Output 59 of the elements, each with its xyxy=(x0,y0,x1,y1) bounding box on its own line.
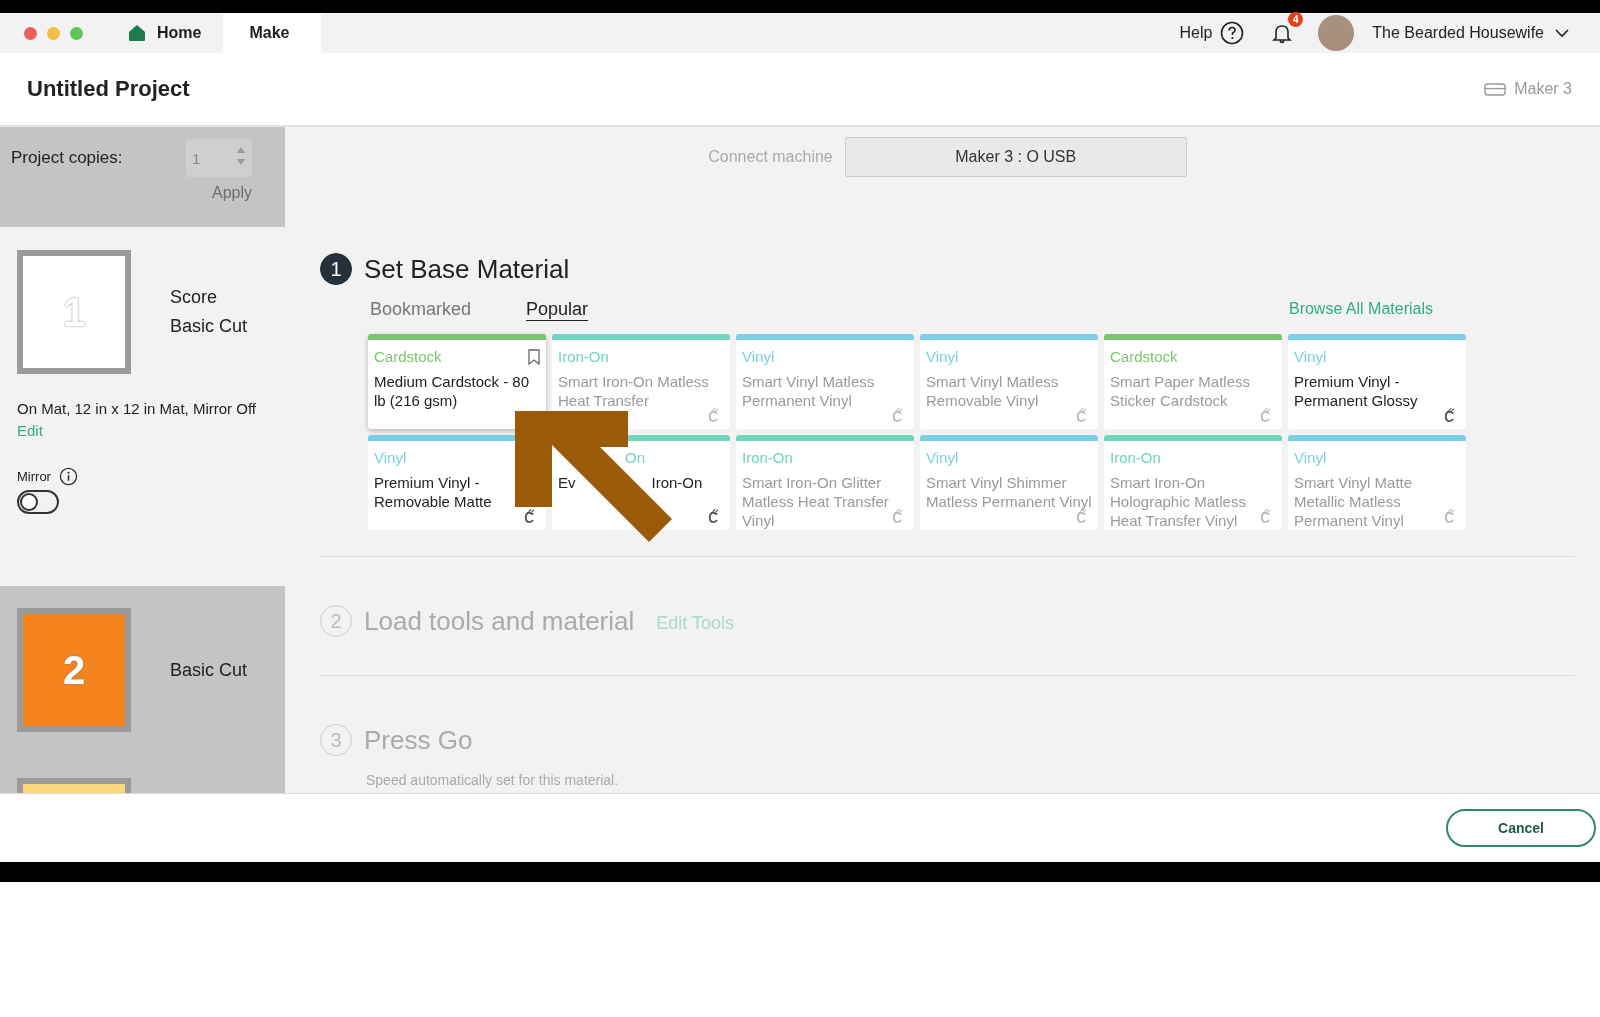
material-category: Vinyl xyxy=(374,449,407,466)
step-note: Speed automatically set for this material. xyxy=(366,772,620,788)
material-category: Iron-On xyxy=(742,449,793,466)
material-name: Smart Iron-On Matless Heat Transfer xyxy=(558,373,709,409)
cancel-button[interactable]: Cancel xyxy=(1446,809,1596,847)
material-card[interactable]: Vinyl Smart Vinyl Matte Metallic Matless Permanent Vinyl xyxy=(1288,435,1466,530)
material-card[interactable]: Iron-On Smart Iron-On Glitter Matless Heat Transfer Vinyl xyxy=(736,435,914,530)
material-name: Smart Vinyl Matte Metallic Matless Permanent Vinyl xyxy=(1294,474,1413,529)
material-category: Vinyl xyxy=(1294,449,1327,466)
operation-label: Basic Cut xyxy=(170,316,248,337)
material-card[interactable]: Cardstock Medium Cardstock - 80 lb (216 gsm) xyxy=(368,334,546,429)
mat-number: 2 xyxy=(62,647,86,693)
material-category: Vinyl xyxy=(926,449,959,466)
connect-label: Connect machine xyxy=(708,148,833,166)
step-title: Set Base Material xyxy=(364,253,570,285)
step-title: Load tools and material xyxy=(364,605,635,637)
user-name[interactable]: The Bearded Housewife xyxy=(1372,24,1544,42)
app-tab[interactable]: Home xyxy=(105,13,224,53)
material-tab[interactable]: Popular xyxy=(526,298,589,320)
material-category: Cardstock xyxy=(374,348,442,365)
help-link[interactable]: Help xyxy=(1179,24,1213,42)
material-name: Medium Cardstock - 80 lb (216 gsm) xyxy=(374,373,530,409)
app-tab[interactable]: Make xyxy=(223,13,322,53)
material-category: Vinyl xyxy=(1294,348,1327,365)
mat-details: On Mat, 12 in x 12 in Mat, Mirror Off xyxy=(17,400,257,417)
material-card[interactable]: Vinyl Smart Vinyl Shimmer Matless Permanent Vinyl xyxy=(920,435,1098,530)
mirror-label: Mirror xyxy=(17,469,51,484)
material-name: Smart Paper Matless Sticker Cardstock xyxy=(1110,373,1251,409)
material-name: Premium Vinyl - Permanent Glossy xyxy=(1294,373,1418,409)
material-card[interactable]: Vinyl Smart Vinyl Matless Permanent Vinyl xyxy=(736,334,914,429)
material-name: Smart Vinyl Matless Permanent Vinyl xyxy=(742,373,875,409)
material-category: Vinyl xyxy=(742,348,775,365)
material-card[interactable]: Iron-On Smart Iron-On Holographic Matless Heat Transfer Vinyl xyxy=(1104,435,1282,530)
material-category: Vinyl xyxy=(926,348,959,365)
material-name: Smart Vinyl Shimmer Matless Permanent Vinyl xyxy=(926,474,1092,510)
material-name: Smart Iron-On Glitter Matless Heat Transfer Vinyl xyxy=(742,474,889,529)
material-category: Iron-On xyxy=(558,348,609,365)
material-card[interactable]: Cardstock Smart Paper Matless Sticker Cardstock xyxy=(1104,334,1282,429)
step-number: 1 xyxy=(320,253,352,285)
operation-label: Basic Cut xyxy=(170,659,248,681)
material-name: Smart Iron-On Holographic Matless Heat Transfer Vinyl xyxy=(1110,474,1246,529)
material-name: Ev xyxy=(558,474,576,491)
material-name: Smart Vinyl Matless Removable Vinyl xyxy=(926,373,1059,409)
operation-label: Score xyxy=(170,287,219,308)
machine-dropdown[interactable]: Maker 3 : O USB xyxy=(844,137,1187,177)
material-category: On xyxy=(625,449,645,466)
copies-label: Project copies: xyxy=(11,148,123,168)
material-category: Cardstock xyxy=(1110,348,1178,365)
material-card[interactable]: Vinyl Smart Vinyl Matless Removable Vinyl xyxy=(920,334,1098,429)
material-card[interactable]: Vinyl Premium Vinyl - Permanent Glossy xyxy=(1288,334,1466,429)
notification-badge: 4 xyxy=(1288,12,1304,27)
browse-link[interactable]: Browse All Materials xyxy=(1288,300,1433,318)
material-name: Premium Vinyl - Removable Matte xyxy=(374,474,492,510)
step-title: Press Go xyxy=(364,724,473,756)
machine-name: Maker 3 xyxy=(1514,80,1572,98)
material-tab[interactable]: Bookmarked xyxy=(370,298,472,320)
material-category: Iron-On xyxy=(1110,449,1161,466)
material-name: Iron-On xyxy=(651,474,703,491)
project-title: Untitled Project xyxy=(27,76,190,102)
